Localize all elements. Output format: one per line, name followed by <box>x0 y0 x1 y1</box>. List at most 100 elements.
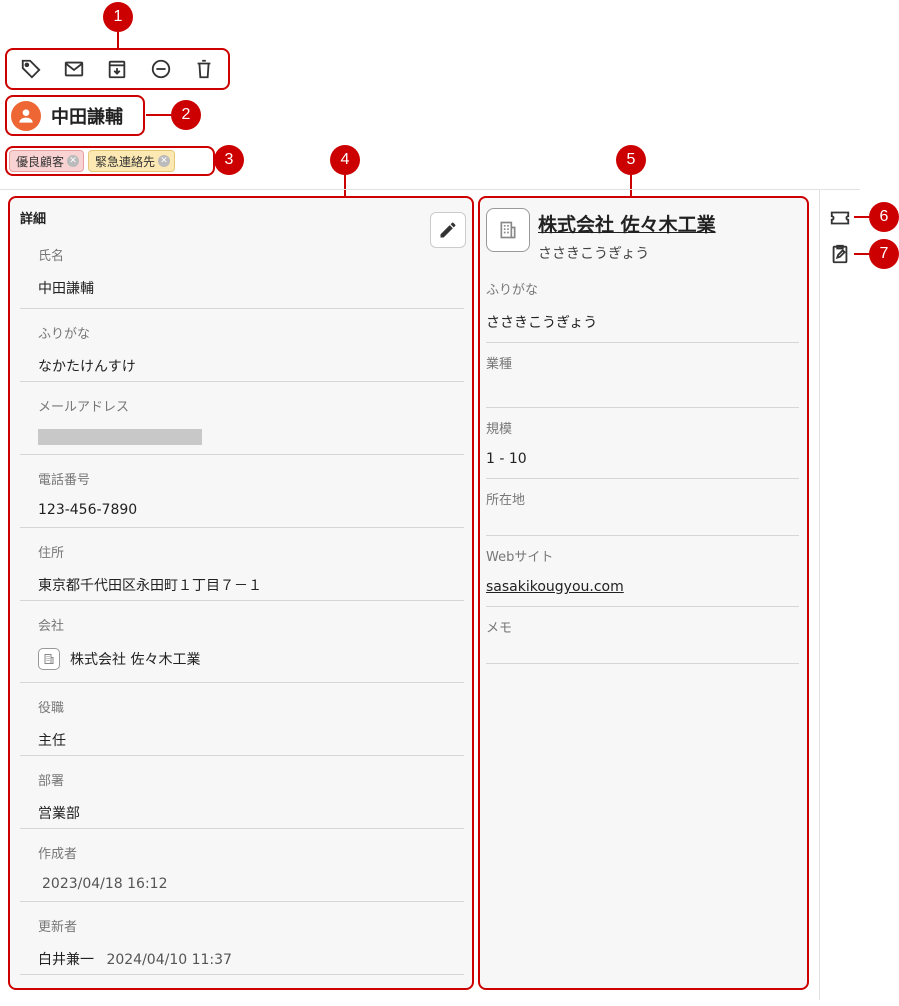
website-link[interactable]: sasakikougyou.com <box>486 579 624 595</box>
remove-tag-icon[interactable]: ✕ <box>158 155 171 167</box>
field-label: ふりがな <box>486 283 539 298</box>
tag-label: 緊急連絡先 <box>95 154 156 169</box>
field-updated-by: 更新者 白井兼一 2024/04/10 11:37 <box>20 902 464 975</box>
field-company: 会社 株式会社 佐々木工業 <box>20 601 464 683</box>
field-label: 部署 <box>38 774 65 789</box>
block-button[interactable] <box>146 54 176 84</box>
company-kana: ささきこうぎょう <box>538 246 650 262</box>
field-label: メールアドレス <box>38 400 130 415</box>
field-value: 2023/04/18 16:12 <box>42 876 168 892</box>
callout-7: 7 <box>869 239 899 269</box>
archive-icon <box>109 60 126 79</box>
field-label: 業種 <box>486 357 513 372</box>
company-field-furigana: ふりがな ささきこうぎょう <box>486 269 799 343</box>
field-value[interactable] <box>486 650 799 667</box>
callout-1-line <box>117 32 119 48</box>
contact-header: 中田謙輔 <box>5 95 145 136</box>
right-rail-divider <box>819 189 820 1000</box>
field-position: 役職 主任 <box>20 683 464 756</box>
company-header: 株式会社 佐々木工業 ささきこうぎょう <box>486 208 799 263</box>
callout-4-line <box>344 175 346 196</box>
detail-panel: 詳細 氏名 中田謙輔 ふりがな なかたけんすけ メールアドレス 電話番号 123… <box>8 196 474 990</box>
field-label: 規模 <box>486 422 513 437</box>
tag-chip[interactable]: 優良顧客 ✕ <box>9 150 85 172</box>
person-icon <box>19 108 33 123</box>
field-label: メモ <box>486 621 513 636</box>
callout-1: 1 <box>103 2 133 32</box>
callout-5-line <box>630 175 632 196</box>
field-value[interactable]: 主任 <box>38 730 464 750</box>
building-icon <box>38 648 60 670</box>
avatar <box>11 100 41 131</box>
field-value[interactable]: 123-456-7890 <box>38 502 464 518</box>
tag-button[interactable] <box>16 54 46 84</box>
field-name: 氏名 中田謙輔 <box>20 241 464 309</box>
field-label: 作成者 <box>38 847 78 862</box>
field-value: sasakikougyou.com <box>486 579 799 596</box>
field-value: 白井兼一 2024/04/10 11:37 <box>38 949 464 969</box>
block-icon <box>151 59 171 79</box>
pencil-icon <box>440 222 456 238</box>
detail-title: 詳細 <box>20 212 47 227</box>
company-title[interactable]: 株式会社 佐々木工業 <box>538 210 716 237</box>
field-created-by: 作成者 2023/04/18 16:12 <box>20 829 464 902</box>
company-field-memo: メモ <box>486 607 799 664</box>
field-label: 更新者 <box>38 920 78 935</box>
field-label: 役職 <box>38 701 65 716</box>
field-furigana: ふりがな なかたけんすけ <box>20 309 464 382</box>
updated-by-date: 2024/04/10 11:37 <box>106 952 232 968</box>
callout-3: 3 <box>214 145 244 175</box>
toolbar <box>5 48 230 90</box>
company-link[interactable]: 株式会社 佐々木工業 <box>38 648 464 670</box>
field-value[interactable]: 1 - 10 <box>486 451 799 468</box>
field-address: 住所 東京都千代田区永田町１丁目７－１ <box>20 528 464 601</box>
field-value[interactable]: なかたけんすけ <box>38 356 464 376</box>
field-value[interactable] <box>486 386 799 403</box>
company-field-location: 所在地 <box>486 479 799 536</box>
field-label: Webサイト <box>486 550 554 565</box>
redacted-email <box>38 429 202 445</box>
company-name: 株式会社 佐々木工業 <box>70 652 201 668</box>
header-divider <box>0 189 860 190</box>
tag-chip[interactable]: 緊急連絡先 ✕ <box>88 150 176 172</box>
field-value[interactable]: ささきこうぎょう <box>486 312 799 332</box>
edit-button[interactable] <box>430 212 466 248</box>
callout-2-line <box>146 114 172 116</box>
field-label: 会社 <box>38 619 65 634</box>
callout-2: 2 <box>171 100 201 130</box>
task-button[interactable] <box>829 243 851 265</box>
field-label: ふりがな <box>38 327 91 342</box>
callout-4: 4 <box>330 145 360 175</box>
remove-tag-icon[interactable]: ✕ <box>67 155 80 167</box>
field-value[interactable]: 中田謙輔 <box>38 278 464 298</box>
tag-label: 優良顧客 <box>16 154 65 169</box>
callout-6-line <box>854 216 870 218</box>
ticket-icon <box>830 211 850 225</box>
company-panel: 株式会社 佐々木工業 ささきこうぎょう ふりがな ささきこうぎょう 業種 規模 … <box>478 196 809 990</box>
callout-7-line <box>854 253 870 255</box>
delete-button[interactable] <box>189 54 219 84</box>
tag-icon <box>21 59 41 79</box>
field-email: メールアドレス <box>20 382 464 455</box>
archive-button[interactable] <box>102 54 132 84</box>
callout-6: 6 <box>869 202 899 232</box>
contact-name: 中田謙輔 <box>51 106 123 128</box>
field-label: 住所 <box>38 546 65 561</box>
field-label: 所在地 <box>486 493 526 508</box>
clipboard-edit-icon <box>832 244 848 264</box>
ticket-button[interactable] <box>829 207 851 229</box>
callout-5: 5 <box>616 145 646 175</box>
field-value[interactable]: 営業部 <box>38 803 464 823</box>
updated-by-name: 白井兼一 <box>38 952 94 968</box>
trash-icon <box>197 59 211 79</box>
building-icon <box>486 208 530 252</box>
field-value[interactable]: 東京都千代田区永田町１丁目７－１ <box>38 575 464 595</box>
field-label: 電話番号 <box>38 473 91 488</box>
field-label: 氏名 <box>38 249 65 264</box>
mail-button[interactable] <box>59 54 89 84</box>
company-field-website: Webサイト sasakikougyou.com <box>486 536 799 607</box>
company-field-size: 規模 1 - 10 <box>486 408 799 479</box>
field-phone: 電話番号 123-456-7890 <box>20 455 464 528</box>
tag-list: 優良顧客 ✕ 緊急連絡先 ✕ <box>5 146 215 176</box>
field-department: 部署 営業部 <box>20 756 464 829</box>
